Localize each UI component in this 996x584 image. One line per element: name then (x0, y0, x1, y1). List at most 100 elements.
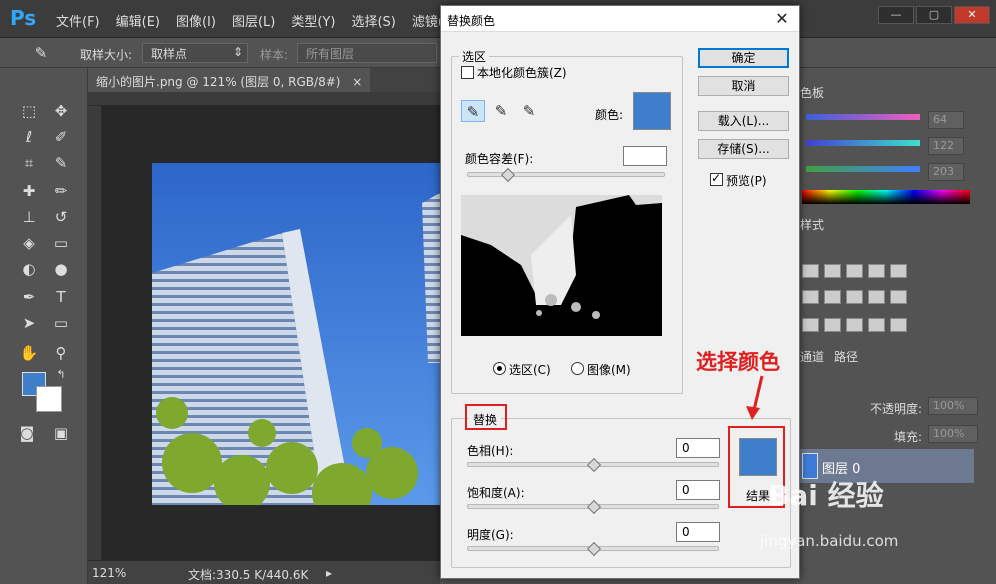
adjustment-vibrance-icon[interactable] (890, 264, 907, 278)
dialog-close-button[interactable]: ✕ (771, 9, 793, 29)
save-button[interactable]: 存储(S)... (698, 139, 789, 159)
eyedropper-icon[interactable]: ✎ (461, 100, 485, 122)
red-value[interactable]: 64 (928, 111, 964, 129)
adjustment-balance-icon[interactable] (802, 290, 819, 304)
adjustment-selective-icon[interactable] (868, 318, 885, 332)
adjustment-mixer-icon[interactable] (868, 290, 885, 304)
menu-type[interactable]: 类型(Y) (291, 11, 335, 30)
adjustment-posterize-icon[interactable] (824, 318, 841, 332)
adjustment-gradient-map-icon[interactable] (890, 318, 907, 332)
green-slider[interactable] (806, 140, 920, 146)
menu-select[interactable]: 选择(S) (351, 11, 395, 30)
panel-tab-paths[interactable]: 路径 (834, 348, 858, 364)
building-photo[interactable] (152, 163, 440, 505)
blue-slider[interactable] (806, 166, 920, 172)
lightness-field[interactable]: 0 (676, 522, 720, 542)
tab-close-icon[interactable]: × (352, 75, 362, 89)
brush-tool-icon[interactable]: ✏ (50, 180, 72, 202)
hue-field[interactable]: 0 (676, 438, 720, 458)
load-button[interactable]: 载入(L)... (698, 111, 789, 131)
swap-colors-icon[interactable]: ↰ (50, 364, 72, 386)
saturation-field[interactable]: 0 (676, 480, 720, 500)
shape-tool-icon[interactable]: ▭ (50, 312, 72, 334)
panel-tab-styles[interactable]: 样式 (800, 216, 824, 232)
localized-clusters-label: 本地化颜色簇(Z) (477, 66, 567, 80)
blur-tool-icon[interactable]: ◐ (18, 258, 40, 280)
preview-label: 预览(P) (726, 174, 767, 188)
sample-select[interactable]: 所有图层 (297, 43, 437, 63)
pen-tool-icon[interactable]: ✒ (18, 286, 40, 308)
type-tool-icon[interactable]: T (50, 286, 72, 308)
green-value[interactable]: 122 (928, 137, 964, 155)
result-color-swatch[interactable] (739, 438, 777, 476)
adjustment-lookup-icon[interactable] (890, 290, 907, 304)
eraser-tool-icon[interactable]: ◈ (18, 232, 40, 254)
blue-value[interactable]: 203 (928, 163, 964, 181)
crop-tool-icon[interactable]: ⌗ (18, 152, 40, 174)
sample-size-select[interactable]: 取样点 ⇕ (142, 43, 248, 63)
adjustment-curves-icon[interactable] (846, 264, 863, 278)
menu-edit[interactable]: 编辑(E) (116, 11, 160, 30)
healing-brush-icon[interactable]: ✚ (18, 180, 40, 202)
maximize-button[interactable]: ▢ (916, 6, 952, 24)
preview-checkbox[interactable] (710, 171, 723, 186)
eyedropper-minus-icon[interactable]: ✎ (517, 100, 541, 122)
panel-tab-swatches[interactable]: 色板 (800, 84, 824, 100)
watermark-url: jingyan.baidu.com (760, 532, 899, 550)
hand-tool-icon[interactable]: ✋ (18, 342, 40, 364)
adjustment-brightness-icon[interactable] (802, 264, 819, 278)
fuzziness-field[interactable] (623, 146, 667, 166)
adjustment-exposure-icon[interactable] (868, 264, 885, 278)
minimize-button[interactable]: — (878, 6, 914, 24)
main-menu: 文件(F) 编辑(E) 图像(I) 图层(L) 类型(Y) 选择(S) 滤镜(T… (56, 11, 472, 30)
screen-mode-icon[interactable]: ▣ (50, 422, 72, 444)
selected-color-swatch[interactable] (633, 92, 671, 130)
stamp-tool-icon[interactable]: ⊥ (18, 206, 40, 228)
history-brush-icon[interactable]: ↺ (50, 206, 72, 228)
eyedropper-plus-icon[interactable]: ✎ (489, 100, 513, 122)
cancel-button[interactable]: 取消 (698, 76, 789, 96)
opacity-label: 不透明度: (870, 402, 923, 416)
eyedropper-tool-icon[interactable]: ✎ (30, 42, 52, 64)
document-tab[interactable]: 缩小的图片.png @ 121% (图层 0, RGB/8#) × (88, 68, 371, 92)
selection-preview[interactable] (461, 195, 662, 336)
status-arrow-icon[interactable]: ▸ (326, 566, 332, 580)
localized-clusters-checkbox[interactable] (461, 66, 474, 79)
adjustment-invert-icon[interactable] (802, 318, 819, 332)
background-color-swatch[interactable] (36, 386, 62, 412)
color-spectrum[interactable] (802, 190, 970, 204)
eyedropper-icon[interactable]: ✎ (50, 152, 72, 174)
tools-panel: ⬚ ✥ ℓ ✐ ⌗ ✎ ✚ ✏ ⊥ ↺ ◈ ▭ ◐ ● ✒ T ➤ ▭ ✋ ⚲ … (0, 68, 88, 584)
red-slider[interactable] (806, 114, 920, 120)
menu-file[interactable]: 文件(F) (56, 11, 100, 30)
radio-image-label: 图像(M) (587, 363, 631, 377)
marquee-tool-icon[interactable]: ⬚ (18, 100, 40, 122)
panel-tab-channels[interactable]: 通道 (800, 348, 824, 364)
adjustment-threshold-icon[interactable] (846, 318, 863, 332)
color-label: 颜色: (595, 108, 624, 122)
fill-field[interactable]: 100% (928, 425, 978, 443)
radio-selection[interactable] (493, 362, 506, 375)
dodge-tool-icon[interactable]: ● (50, 258, 72, 280)
menu-layer[interactable]: 图层(L) (232, 11, 275, 30)
adjustment-levels-icon[interactable] (824, 264, 841, 278)
gradient-tool-icon[interactable]: ▭ (50, 232, 72, 254)
menu-image[interactable]: 图像(I) (176, 11, 216, 30)
path-select-tool-icon[interactable]: ➤ (18, 312, 40, 334)
zoom-tool-icon[interactable]: ⚲ (50, 342, 72, 364)
fuzziness-slider[interactable] (467, 172, 665, 177)
quick-select-tool-icon[interactable]: ✐ (50, 126, 72, 148)
zoom-level[interactable]: 121% (92, 566, 126, 580)
quick-mask-icon[interactable]: ◙ (16, 422, 38, 444)
radio-image[interactable] (571, 362, 584, 375)
sample-size-value: 取样点 (151, 47, 188, 61)
document-size: 文档:330.5 K/440.6K (188, 568, 309, 582)
window-close-button[interactable]: ✕ (954, 6, 990, 24)
ok-button[interactable]: 确定 (698, 48, 789, 68)
opacity-field[interactable]: 100% (928, 397, 978, 415)
dialog-title: 替换颜色 (447, 14, 496, 28)
move-tool-icon[interactable]: ✥ (50, 100, 72, 122)
lasso-tool-icon[interactable]: ℓ (18, 126, 40, 148)
adjustment-bw-icon[interactable] (824, 290, 841, 304)
adjustment-photo-filter-icon[interactable] (846, 290, 863, 304)
